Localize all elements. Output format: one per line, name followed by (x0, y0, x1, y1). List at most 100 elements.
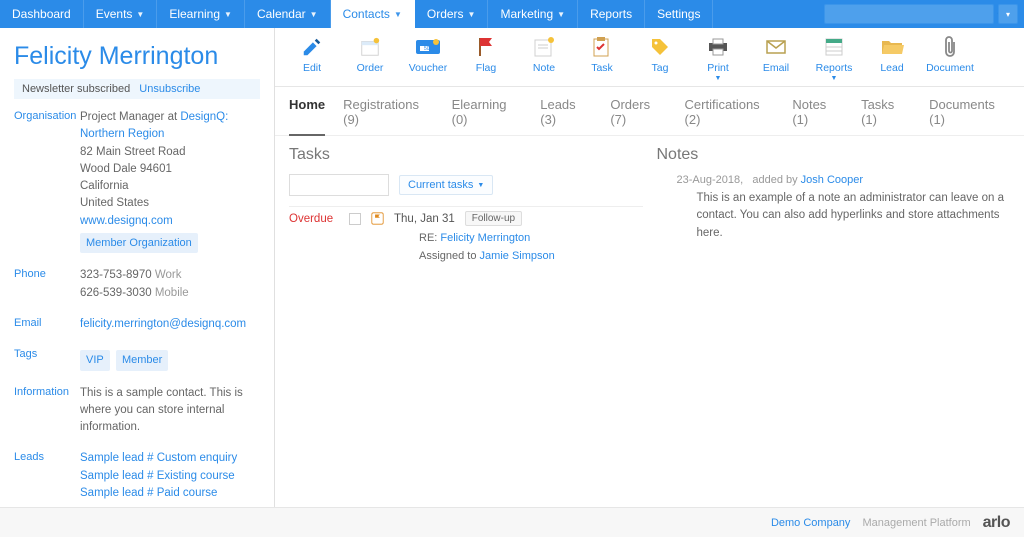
nav-contacts[interactable]: Contacts▼ (331, 0, 415, 28)
edit-button[interactable]: Edit (289, 34, 335, 82)
task-checkbox[interactable] (349, 213, 361, 225)
website-link[interactable]: www.designq.com (80, 215, 173, 227)
contact-name: Felicity Merrington (14, 42, 260, 71)
task-clipboard-icon (588, 34, 616, 60)
address-line: Wood Dale 94601 (80, 163, 172, 175)
flag-icon (472, 34, 500, 60)
nav-events[interactable]: Events▼ (84, 0, 158, 28)
chevron-down-icon: ▼ (477, 182, 484, 189)
address-line: 82 Main Street Road (80, 146, 185, 158)
document-button[interactable]: Document (927, 34, 973, 82)
footer-bar: Demo Company Management Platform arlo (0, 507, 1024, 537)
flag-button[interactable]: Flag (463, 34, 509, 82)
address-line: California (80, 180, 129, 192)
tasks-pane: Tasks Current tasks ▼ Overdue Thu, Jan 3… (289, 146, 643, 497)
tab-elearning[interactable]: Elearning (0) (452, 97, 523, 135)
nav-calendar[interactable]: Calendar▼ (245, 0, 331, 28)
note-date: 23-Aug-2018, (677, 174, 744, 186)
footer-platform-label: Management Platform (862, 517, 970, 529)
print-button[interactable]: Print▼ (695, 34, 741, 82)
member-org-badge[interactable]: Member Organization (80, 233, 198, 254)
email-label: Email (14, 316, 80, 333)
newsletter-status: Newsletter subscribed (22, 83, 130, 95)
tag-icon (646, 34, 674, 60)
task-row: Overdue Thu, Jan 31 Follow-up (289, 206, 643, 230)
task-re-link[interactable]: Felicity Merrington (440, 232, 530, 244)
nav-dashboard[interactable]: Dashboard (0, 0, 84, 28)
user-menu-button[interactable]: ▾ (998, 4, 1018, 24)
tasks-heading: Tasks (289, 146, 643, 164)
tag-vip[interactable]: VIP (80, 350, 110, 371)
search-input[interactable] (825, 7, 992, 21)
phone-value: 323-753-8970 (80, 269, 152, 281)
note-author-link[interactable]: Josh Cooper (801, 174, 863, 186)
reports-button[interactable]: Reports▼ (811, 34, 857, 82)
email-link[interactable]: felicity.merrington@designq.com (80, 318, 246, 330)
tab-leads[interactable]: Leads (3) (540, 97, 592, 135)
demo-company-link[interactable]: Demo Company (771, 517, 850, 529)
phone-kind: Work (155, 269, 182, 281)
lead-button[interactable]: Lead (869, 34, 915, 82)
voucher-button[interactable]: 50 Voucher (405, 34, 451, 82)
address-line: United States (80, 197, 149, 209)
note-body: This is an example of a note an administ… (657, 190, 1011, 242)
contact-sidebar: Felicity Merrington Newsletter subscribe… (0, 28, 274, 507)
contact-tabs: Home Registrations (9) Elearning (0) Lea… (275, 87, 1024, 136)
flag-icon[interactable] (371, 212, 384, 225)
nav-reports[interactable]: Reports (578, 0, 645, 28)
phone-value: 626-539-3030 (80, 287, 152, 299)
tag-button[interactable]: Tag (637, 34, 683, 82)
printer-icon (704, 34, 732, 60)
order-button[interactable]: Order (347, 34, 393, 82)
organisation-label: Organisation (14, 109, 80, 253)
calendar-sparkle-icon (356, 34, 384, 60)
chevron-down-icon: ▼ (715, 75, 722, 82)
overdue-label: Overdue (289, 213, 339, 225)
voucher-icon: 50 (414, 34, 442, 60)
nav-elearning[interactable]: Elearning▼ (157, 0, 245, 28)
task-button[interactable]: Task (579, 34, 625, 82)
email-button[interactable]: Email (753, 34, 799, 82)
leads-label: Leads (14, 450, 80, 502)
unsubscribe-link[interactable]: Unsubscribe (139, 83, 200, 95)
tab-notes[interactable]: Notes (1) (792, 97, 843, 135)
note-sparkle-icon (530, 34, 558, 60)
report-grid-icon (820, 34, 848, 60)
tab-home[interactable]: Home (289, 97, 325, 136)
lead-link[interactable]: Sample lead # Paid course (80, 487, 217, 499)
current-tasks-button[interactable]: Current tasks ▼ (399, 175, 493, 195)
newsletter-bar: Newsletter subscribed Unsubscribe (14, 79, 260, 99)
task-assignee-link[interactable]: Jamie Simpson (480, 250, 555, 262)
svg-text:50: 50 (424, 46, 430, 52)
notes-pane: Notes 23-Aug-2018, added by Josh Cooper … (657, 146, 1011, 497)
tab-documents[interactable]: Documents (1) (929, 97, 1010, 135)
chevron-down-icon: ▼ (468, 10, 476, 19)
folder-open-icon (878, 34, 906, 60)
chevron-down-icon: ▼ (557, 10, 565, 19)
tag-member[interactable]: Member (116, 350, 168, 371)
tab-registrations[interactable]: Registrations (9) (343, 97, 433, 135)
nav-marketing[interactable]: Marketing▼ (488, 0, 578, 28)
nav-settings[interactable]: Settings (645, 0, 713, 28)
pencil-icon (298, 34, 326, 60)
search-input-wrap (824, 4, 994, 24)
lead-link[interactable]: Sample lead # Custom enquiry (80, 452, 237, 464)
followup-pill: Follow-up (465, 211, 522, 226)
top-nav: Dashboard Events▼ Elearning▼ Calendar▼ C… (0, 0, 1024, 28)
note-button[interactable]: Note (521, 34, 567, 82)
tab-certifications[interactable]: Certifications (2) (685, 97, 775, 135)
information-text: This is a sample contact. This is where … (80, 385, 260, 437)
nav-orders[interactable]: Orders▼ (415, 0, 489, 28)
action-toolbar: Edit Order 50 Voucher Flag Note Task (275, 28, 1024, 87)
chevron-down-icon: ▼ (224, 10, 232, 19)
chevron-down-icon: ▼ (394, 10, 402, 19)
lead-link[interactable]: Sample lead # Existing course (80, 470, 235, 482)
task-filter-input[interactable] (289, 174, 389, 196)
tab-tasks[interactable]: Tasks (1) (861, 97, 911, 135)
main-panel: Edit Order 50 Voucher Flag Note Task (274, 28, 1024, 507)
chevron-down-icon: ▼ (831, 75, 838, 82)
task-date: Thu, Jan 31 (394, 213, 455, 225)
paperclip-icon (936, 34, 964, 60)
envelope-icon (762, 34, 790, 60)
tab-orders[interactable]: Orders (7) (610, 97, 666, 135)
